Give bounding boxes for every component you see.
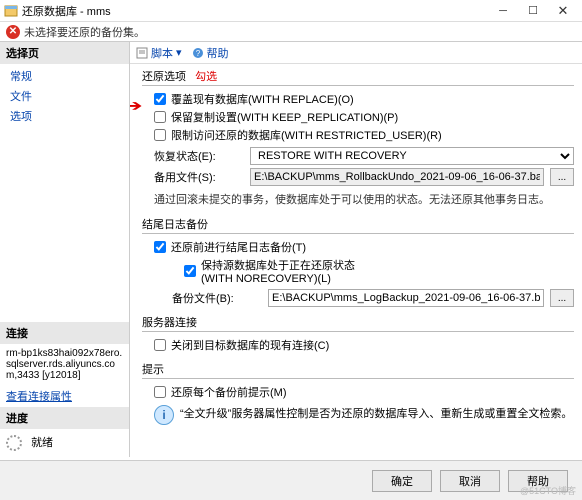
taillog-backup-input[interactable]	[268, 289, 544, 307]
chk-prompt-each[interactable]: 还原每个备份前提示(M)	[142, 383, 574, 401]
help-icon: ?	[192, 47, 204, 59]
content-panel: 脚本 ▾ ? 帮助 ➔ 还原选项 勾选 覆盖现有数据库(WITH REPLACE…	[130, 42, 582, 457]
prompt-section: 提示 还原每个备份前提示(M) i “全文升级”服务器属性控制是否为还原的数据库…	[142, 361, 574, 429]
taillog-browse-button[interactable]: ...	[550, 289, 574, 307]
titlebar: 还原数据库 - mms ─ ☐ ✕	[0, 0, 582, 22]
taillog-section: 结尾日志备份 还原前进行结尾日志备份(T) 保持源数据库处于正在还原状态 (WI…	[142, 216, 574, 307]
restore-options-section: 还原选项 勾选 覆盖现有数据库(WITH REPLACE)(O) 保留复制设置(…	[142, 68, 574, 209]
window-title: 还原数据库 - mms	[22, 3, 488, 19]
sidebar-item-files[interactable]: 文件	[0, 86, 129, 106]
script-icon	[136, 47, 148, 59]
chk-norecovery[interactable]: 保持源数据库处于正在还原状态 (WITH NORECOVERY)(L)	[172, 256, 574, 286]
serverconn-header: 服务器连接	[142, 314, 574, 332]
svg-text:?: ?	[195, 49, 200, 58]
toolbar: 脚本 ▾ ? 帮助	[130, 42, 582, 64]
progress-header: 进度	[0, 407, 129, 429]
recovery-state-label: 恢复状态(E):	[154, 148, 244, 164]
taillog-header: 结尾日志备份	[142, 216, 574, 234]
chk-restricted-user[interactable]: 限制访问还原的数据库(WITH RESTRICTED_USER)(R)	[142, 126, 574, 144]
arrow-annotation: ➔	[130, 96, 143, 116]
connection-header: 连接	[0, 322, 129, 344]
info-text: “全文升级”服务器属性控制是否为还原的数据库导入、重新生成或重置全文检索。	[180, 405, 572, 421]
serverconn-section: 服务器连接 关闭到目标数据库的现有连接(C)	[142, 314, 574, 354]
script-button[interactable]: 脚本 ▾	[136, 45, 182, 61]
recovery-desc: 通过回滚未提交的事务，使数据库处于可以使用的状态。无法还原其他事务日志。	[142, 189, 574, 209]
button-bar: 确定 取消 帮助	[0, 460, 582, 500]
taillog-backup-label: 备份文件(B):	[172, 290, 262, 306]
maximize-button[interactable]: ☐	[518, 0, 548, 22]
standby-browse-button[interactable]: ...	[550, 168, 574, 186]
error-bar: ✕ 未选择要还原的备份集。	[0, 22, 582, 42]
watermark: @51CTO博客	[520, 484, 576, 497]
app-icon	[4, 4, 18, 18]
standby-file-input[interactable]	[250, 168, 544, 186]
spinner-icon	[6, 435, 22, 451]
error-icon: ✕	[6, 25, 20, 39]
close-button[interactable]: ✕	[548, 0, 578, 22]
minimize-button[interactable]: ─	[488, 0, 518, 22]
chk-keep-replication[interactable]: 保留复制设置(WITH KEEP_REPLICATION)(P)	[142, 108, 574, 126]
restore-options-header: 还原选项	[142, 71, 186, 83]
error-text: 未选择要还原的备份集。	[24, 24, 145, 40]
standby-file-label: 备用文件(S):	[154, 169, 244, 185]
sidebar-item-general[interactable]: 常规	[0, 66, 129, 86]
connection-info: rm-bp1ks83hai092x78ero.sqlserver.rds.ali…	[0, 344, 129, 385]
info-icon: i	[154, 405, 174, 425]
progress-text: 就绪	[31, 437, 53, 449]
sidebar: 选择页 常规 文件 选项 连接 rm-bp1ks83hai092x78ero.s…	[0, 42, 130, 457]
chk-close-connections[interactable]: 关闭到目标数据库的现有连接(C)	[142, 336, 574, 354]
recovery-state-select[interactable]: RESTORE WITH RECOVERY	[250, 147, 574, 165]
view-connection-link[interactable]: 查看连接属性	[0, 385, 129, 407]
cancel-button[interactable]: 取消	[440, 470, 500, 492]
sidebar-item-options[interactable]: 选项	[0, 106, 129, 126]
ok-button[interactable]: 确定	[372, 470, 432, 492]
chk-replace[interactable]: 覆盖现有数据库(WITH REPLACE)(O)	[142, 90, 574, 108]
help-button[interactable]: ? 帮助	[192, 45, 229, 61]
check-annotation: 勾选	[195, 71, 217, 83]
select-page-header: 选择页	[0, 42, 129, 64]
prompt-header: 提示	[142, 361, 574, 379]
chk-taillog-before[interactable]: 还原前进行结尾日志备份(T)	[142, 238, 574, 256]
